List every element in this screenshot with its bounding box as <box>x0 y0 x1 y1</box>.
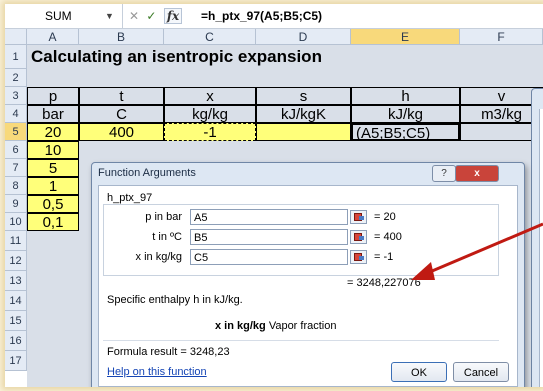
row-header[interactable]: 11 <box>5 231 27 251</box>
header-cell[interactable]: p <box>27 87 79 105</box>
collapse-dialog-icon[interactable] <box>350 250 367 264</box>
ok-button[interactable]: OK <box>391 362 447 382</box>
row-header[interactable]: 16 <box>5 331 27 351</box>
arg-result-t: = 400 <box>374 231 402 243</box>
formula-result: Formula result = 3248,23 <box>107 346 230 358</box>
column-header[interactable]: B <box>79 29 164 45</box>
pressure-cell[interactable]: 1 <box>27 177 79 195</box>
arg-input-t[interactable]: B5 <box>190 229 348 245</box>
sheet-title[interactable]: Calculating an isentropic expansion <box>31 47 322 67</box>
pressure-cell[interactable]: 0,1 <box>27 213 79 231</box>
excel-window: SUM ▼ ✕ ✓ fx =h_ptx_97(A5;B5;C5) A B C D… <box>5 4 543 387</box>
collapse-dialog-icon[interactable] <box>350 210 367 224</box>
arg-input-p[interactable]: A5 <box>190 209 348 225</box>
column-header[interactable]: D <box>256 29 351 45</box>
formula-buttons: ✕ ✓ fx <box>129 4 186 28</box>
column-header[interactable]: F <box>460 29 543 45</box>
row-header[interactable]: 15 <box>5 311 27 331</box>
arg-name: x in kg/kg <box>215 320 266 332</box>
select-all-corner[interactable] <box>5 29 27 45</box>
arg-result-x: = -1 <box>374 251 394 263</box>
name-box-value: SUM <box>45 9 72 23</box>
column-header[interactable]: C <box>164 29 256 45</box>
help-icon[interactable]: ? <box>432 165 456 182</box>
row-header[interactable]: 4 <box>5 105 27 123</box>
row-header[interactable]: 2 <box>5 69 27 87</box>
row-header[interactable]: 10 <box>5 213 27 231</box>
name-box[interactable]: SUM ▼ <box>5 4 123 28</box>
arg-description: x in kg/kg Vapor fraction <box>215 320 336 332</box>
pressure-cell[interactable]: 0,5 <box>27 195 79 213</box>
row-header[interactable]: 5 <box>5 123 27 141</box>
row-header[interactable]: 3 <box>5 87 27 105</box>
cancel-icon[interactable]: ✕ <box>129 9 139 23</box>
function-name: h_ptx_97 <box>107 192 153 204</box>
temperature-cell[interactable]: 400 <box>79 123 164 141</box>
pressure-cell[interactable]: 10 <box>27 141 79 159</box>
annotation-arrow <box>411 222 543 280</box>
help-link[interactable]: Help on this function <box>107 366 207 378</box>
row-header[interactable]: 8 <box>5 177 27 195</box>
vapor-fraction-cell[interactable]: -1 <box>164 123 256 141</box>
insert-function-icon[interactable]: fx <box>163 8 183 24</box>
confirm-icon[interactable]: ✓ <box>146 9 156 23</box>
pressure-cell[interactable]: 20 <box>27 123 79 141</box>
entropy-cell[interactable] <box>256 123 351 141</box>
row-header[interactable]: 7 <box>5 159 27 177</box>
divider <box>103 340 499 341</box>
chevron-down-icon[interactable]: ▼ <box>105 4 114 28</box>
arg-label-p: p in bar <box>145 211 182 223</box>
formula-input[interactable]: =h_ptx_97(A5;B5;C5) <box>201 4 322 28</box>
row-header[interactable]: 14 <box>5 291 27 311</box>
cancel-button[interactable]: Cancel <box>453 362 509 382</box>
formula-bar: SUM ▼ ✕ ✓ fx =h_ptx_97(A5;B5;C5) <box>5 4 543 29</box>
function-description: Specific enthalpy h in kJ/kg. <box>107 294 243 306</box>
header-cell[interactable]: s <box>256 87 351 105</box>
header-cell[interactable]: x <box>164 87 256 105</box>
arg-desc: Vapor fraction <box>268 320 337 332</box>
unit-cell[interactable]: kJ/kgK <box>256 105 351 123</box>
pressure-cell[interactable]: 5 <box>27 159 79 177</box>
row-header[interactable]: 9 <box>5 195 27 213</box>
row-header[interactable]: 17 <box>5 351 27 371</box>
column-header[interactable]: E <box>351 29 460 45</box>
arg-result-p: = 20 <box>374 211 396 223</box>
row-header[interactable]: 13 <box>5 271 27 291</box>
arg-input-x[interactable]: C5 <box>190 249 348 265</box>
row-header[interactable]: 12 <box>5 251 27 271</box>
arg-label-x: x in kg/kg <box>135 251 182 263</box>
dialog-title[interactable]: Function Arguments <box>98 167 196 179</box>
arg-label-t: t in ºC <box>152 231 182 243</box>
enthalpy-cell-active[interactable]: (A5;B5;C5) <box>351 123 460 141</box>
unit-cell[interactable]: C <box>79 105 164 123</box>
close-icon[interactable]: x <box>455 165 499 182</box>
unit-cell[interactable]: kg/kg <box>164 105 256 123</box>
unit-cell[interactable]: kJ/kg <box>351 105 460 123</box>
header-cell[interactable]: t <box>79 87 164 105</box>
header-cell[interactable]: h <box>351 87 460 105</box>
collapse-dialog-icon[interactable] <box>350 230 367 244</box>
row-header[interactable]: 1 <box>5 45 27 69</box>
unit-cell[interactable]: bar <box>27 105 79 123</box>
column-header[interactable]: A <box>27 29 79 45</box>
row-header[interactable]: 6 <box>5 141 27 159</box>
